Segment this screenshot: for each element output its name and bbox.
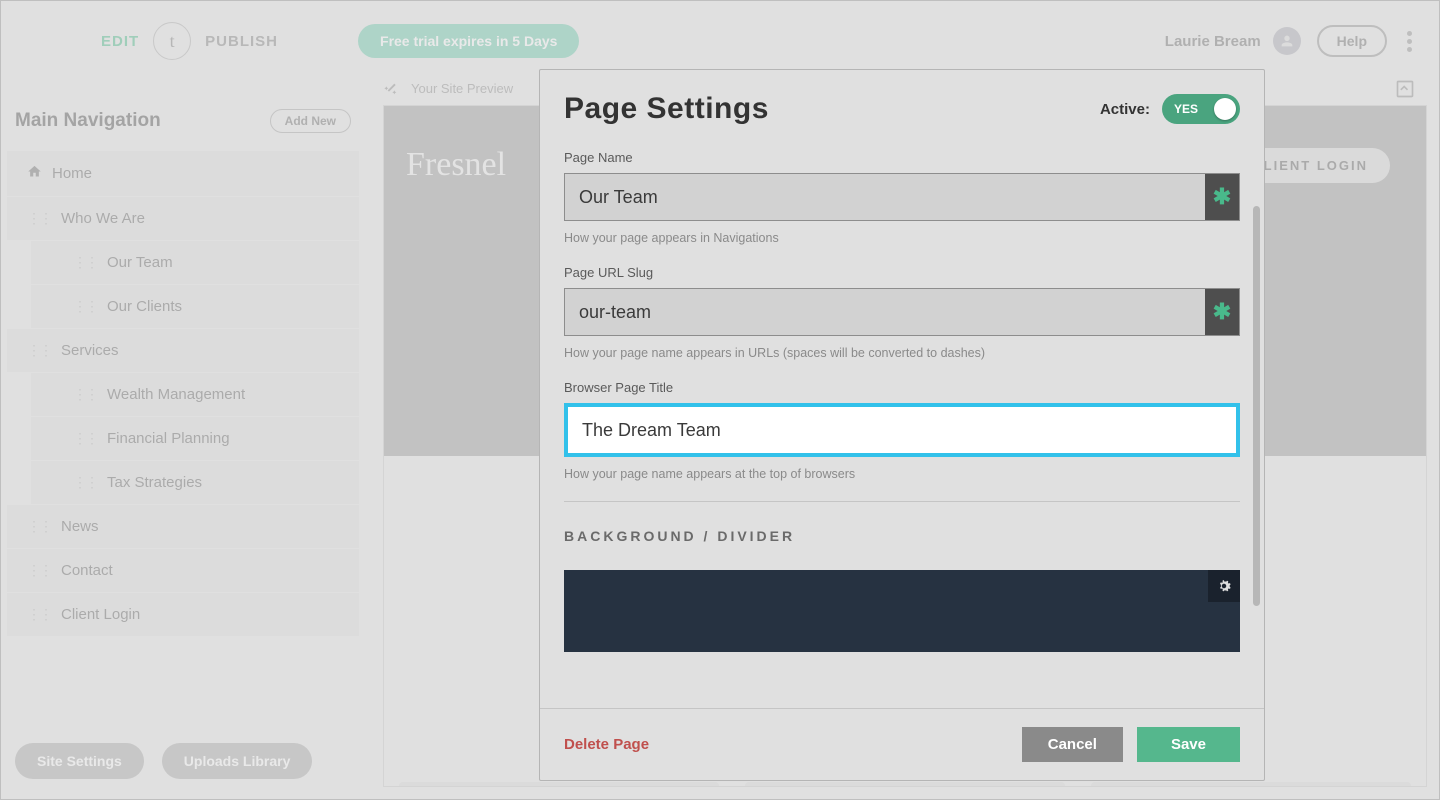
scrollbar[interactable] <box>1253 206 1260 606</box>
background-preview[interactable] <box>564 570 1240 652</box>
browser-title-hint: How your page name appears at the top of… <box>564 467 1240 481</box>
active-toggle[interactable]: YES <box>1162 94 1240 124</box>
delete-page-link[interactable]: Delete Page <box>564 736 1022 753</box>
browser-title-label: Browser Page Title <box>564 380 1240 395</box>
browser-title-input[interactable] <box>568 407 1236 453</box>
url-slug-input[interactable] <box>565 289 1205 335</box>
page-name-input[interactable] <box>565 174 1205 220</box>
url-slug-label: Page URL Slug <box>564 265 1240 280</box>
gear-icon[interactable] <box>1208 570 1240 602</box>
required-icon: ✱ <box>1205 289 1239 335</box>
save-button[interactable]: Save <box>1137 727 1240 762</box>
cancel-button[interactable]: Cancel <box>1022 727 1123 762</box>
toggle-value: YES <box>1174 102 1198 116</box>
background-divider-section: BACKGROUND / DIVIDER <box>564 501 1240 570</box>
page-settings-modal: Page Settings Active: YES Page Name ✱ Ho… <box>539 69 1265 781</box>
toggle-knob-icon <box>1214 98 1236 120</box>
active-label: Active: <box>1100 101 1150 118</box>
required-icon: ✱ <box>1205 174 1239 220</box>
modal-title: Page Settings <box>564 92 1100 126</box>
page-name-label: Page Name <box>564 150 1240 165</box>
url-slug-hint: How your page name appears in URLs (spac… <box>564 346 1240 360</box>
page-name-hint: How your page appears in Navigations <box>564 231 1240 245</box>
